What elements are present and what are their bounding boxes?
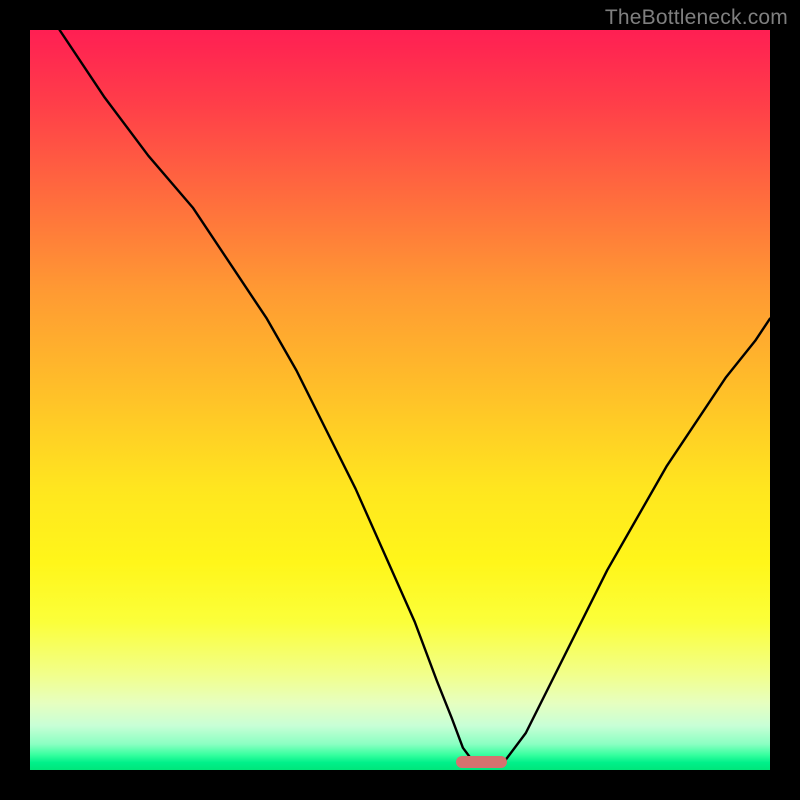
- chart-frame: TheBottleneck.com: [0, 0, 800, 800]
- optimum-marker: [456, 756, 508, 768]
- plot-area: [30, 30, 770, 770]
- watermark-text: TheBottleneck.com: [605, 6, 788, 30]
- bottleneck-curve: [30, 30, 770, 770]
